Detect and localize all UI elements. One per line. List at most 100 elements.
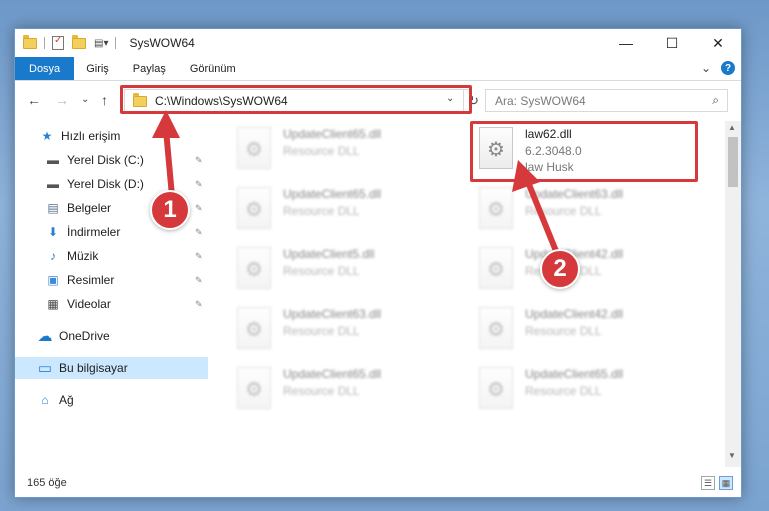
file-type: Resource DLL xyxy=(525,384,602,398)
file-item[interactable]: UpdateClient63.dll Resource DLL xyxy=(231,303,456,359)
file-type: Resource DLL xyxy=(525,324,602,338)
network-icon: ⌂ xyxy=(41,393,49,407)
sidebar-item-label: Resimler xyxy=(67,273,115,287)
pin-icon[interactable]: ✎ xyxy=(195,227,203,238)
file-name: UpdateClient63.dll xyxy=(283,307,382,321)
file-type: Resource DLL xyxy=(525,204,602,218)
up-button[interactable]: ↑ xyxy=(101,92,108,108)
ribbon-tabs: Dosya Giriş Paylaş Görünüm ⌄ ? xyxy=(15,57,741,81)
tab-view[interactable]: Görünüm xyxy=(178,57,248,80)
search-placeholder[interactable]: Ara: SysWOW64 xyxy=(495,94,586,108)
file-item[interactable]: UpdateClient5.dll Resource DLL xyxy=(231,243,456,299)
sidebar-item-local-disk-c[interactable]: ▬ Yerel Disk (C:) ✎ xyxy=(15,149,208,171)
window-controls: — ☐ ✕ xyxy=(603,29,741,57)
file-item[interactable]: UpdateClient65.dll Resource DLL xyxy=(473,363,698,419)
sidebar-item-videos[interactable]: ▦ Videolar ✎ xyxy=(15,293,208,315)
pin-icon[interactable]: ✎ xyxy=(195,203,203,214)
file-type: Resource DLL xyxy=(283,324,360,338)
sidebar-item-label: Videolar xyxy=(67,297,111,311)
view-toggle: ☰ ▦ xyxy=(701,476,733,490)
scroll-up-icon[interactable]: ▲ xyxy=(728,123,736,132)
file-item[interactable]: UpdateClient65.dll Resource DLL xyxy=(231,183,456,239)
quick-access-toolbar: ▤▾ xyxy=(15,34,119,50)
sidebar-item-pictures[interactable]: ▣ Resimler ✎ xyxy=(15,269,208,291)
toolbar-divider xyxy=(115,37,117,49)
dll-file-icon xyxy=(479,187,513,229)
pin-icon[interactable]: ✎ xyxy=(195,275,203,286)
folder-icon xyxy=(23,34,37,49)
star-icon: ★ xyxy=(41,129,53,143)
scrollbar-thumb[interactable] xyxy=(728,137,738,187)
window-title: SysWOW64 xyxy=(129,36,195,50)
sidebar-item-onedrive[interactable]: ☁ OneDrive xyxy=(15,325,208,347)
file-name: UpdateClient65.dll xyxy=(283,127,382,141)
large-icons-view-icon[interactable]: ▦ xyxy=(719,476,733,490)
item-count: 165 öğe xyxy=(27,477,67,489)
forward-button[interactable]: → xyxy=(55,92,69,108)
pin-icon[interactable]: ✎ xyxy=(195,155,203,166)
file-highlight xyxy=(470,121,698,182)
file-name: UpdateClient5.dll xyxy=(283,247,375,261)
pin-icon[interactable]: ✎ xyxy=(195,299,203,310)
sidebar-item-label: OneDrive xyxy=(59,329,110,343)
file-name: UpdateClient65.dll xyxy=(283,187,382,201)
minimize-button[interactable]: — xyxy=(603,29,649,57)
scroll-down-icon[interactable]: ▼ xyxy=(728,451,736,460)
file-type: Resource DLL xyxy=(283,204,360,218)
cloud-icon: ☁ xyxy=(37,328,53,345)
dll-file-icon xyxy=(237,247,271,289)
sidebar-item-label: Müzik xyxy=(67,249,99,263)
sidebar-item-label: Belgeler xyxy=(67,201,112,215)
dll-file-icon xyxy=(479,307,513,349)
file-name: UpdateClient63.dll xyxy=(525,187,624,201)
customize-toolbar-icon[interactable]: ▤▾ xyxy=(94,38,108,49)
sidebar-item-label: Bu bilgisayar xyxy=(59,361,128,375)
address-bar-highlight xyxy=(120,85,472,114)
close-button[interactable]: ✕ xyxy=(695,29,741,57)
sidebar-item-this-pc[interactable]: ▭ Bu bilgisayar xyxy=(15,357,208,379)
search-icon[interactable]: ⌕ xyxy=(712,93,719,108)
navigation-pane: ★ Hızlı erişim ▬ Yerel Disk (C:) ✎ ▬ Yer… xyxy=(15,121,210,467)
sidebar-item-quick-access[interactable]: ★ Hızlı erişim xyxy=(15,125,208,147)
file-type: Resource DLL xyxy=(283,384,360,398)
drive-icon: ▬ xyxy=(47,177,59,191)
file-item[interactable]: UpdateClient63.dll Resource DLL xyxy=(473,183,698,239)
pin-icon[interactable]: ✎ xyxy=(195,251,203,262)
tab-file[interactable]: Dosya xyxy=(15,57,75,80)
search-box[interactable]: Ara: SysWOW64 ⌕ xyxy=(485,89,728,112)
file-item[interactable]: UpdateClient42.dll Resource DLL xyxy=(473,243,698,299)
step-1-badge: 1 xyxy=(150,190,190,230)
dll-file-icon xyxy=(237,367,271,409)
tab-home[interactable]: Giriş xyxy=(74,57,121,80)
sidebar-item-label: Hızlı erişim xyxy=(61,129,121,143)
file-item[interactable]: UpdateClient65.dll Resource DLL xyxy=(231,363,456,419)
sidebar-item-label: Yerel Disk (C:) xyxy=(67,153,144,167)
pin-icon[interactable]: ✎ xyxy=(195,179,203,190)
file-type: Resource DLL xyxy=(283,144,360,158)
expand-ribbon-icon[interactable]: ⌄ xyxy=(701,61,711,75)
details-view-icon[interactable]: ☰ xyxy=(701,476,715,490)
sidebar-item-music[interactable]: ♪ Müzik ✎ xyxy=(15,245,208,267)
ribbon-right-controls: ⌄ ? xyxy=(701,61,735,75)
file-name: UpdateClient65.dll xyxy=(525,367,624,381)
file-item[interactable]: UpdateClient42.dll Resource DLL xyxy=(473,303,698,359)
toolbar-divider xyxy=(44,37,45,49)
file-type: Resource DLL xyxy=(283,264,360,278)
music-icon: ♪ xyxy=(50,249,56,263)
sidebar-item-network[interactable]: ⌂ Ağ xyxy=(15,389,208,411)
vertical-scrollbar[interactable]: ▲ ▼ xyxy=(725,121,741,467)
status-bar: 165 öğe ☰ ▦ xyxy=(15,469,741,497)
recent-locations-button[interactable]: ⌄ xyxy=(81,94,89,105)
dll-file-icon xyxy=(237,127,271,169)
download-icon: ⬇ xyxy=(47,225,59,239)
help-icon[interactable]: ? xyxy=(721,61,735,75)
back-button[interactable]: ← xyxy=(27,92,41,108)
tab-share[interactable]: Paylaş xyxy=(121,57,178,80)
file-name: UpdateClient65.dll xyxy=(283,367,382,381)
properties-icon[interactable] xyxy=(52,35,64,50)
new-folder-icon[interactable] xyxy=(72,34,86,49)
file-item[interactable]: UpdateClient65.dll Resource DLL xyxy=(231,123,456,179)
computer-icon: ▭ xyxy=(37,360,53,377)
maximize-button[interactable]: ☐ xyxy=(649,29,695,57)
documents-icon: ▤ xyxy=(47,201,59,215)
